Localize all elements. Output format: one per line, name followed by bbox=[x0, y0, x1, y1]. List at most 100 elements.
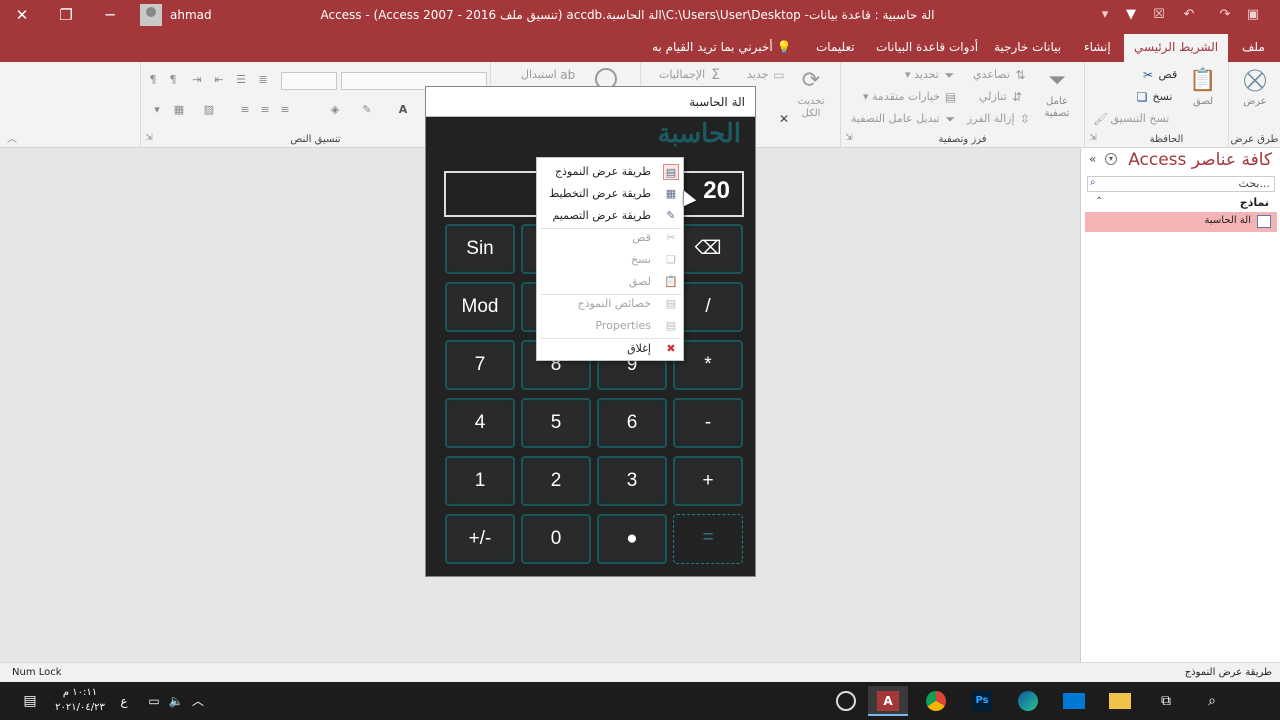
filter-button[interactable]: ⏷ عامل تصفية bbox=[1035, 66, 1079, 120]
format-painter-button[interactable]: 🖌 نسخ التنسيق bbox=[1093, 110, 1169, 128]
key-6[interactable]: 6 bbox=[597, 398, 667, 448]
show-hidden-icons-icon[interactable]: ︿ bbox=[184, 686, 212, 716]
selection-button[interactable]: ▾ تحديد ⏷ bbox=[905, 66, 956, 84]
obs-icon[interactable] bbox=[826, 686, 866, 716]
decrease-indent-icon[interactable]: ⇤ bbox=[211, 72, 227, 88]
key-add[interactable]: + bbox=[673, 456, 743, 506]
undo-icon[interactable]: ↶ bbox=[1180, 6, 1198, 24]
language-indicator[interactable]: ع bbox=[108, 686, 140, 716]
chrome-icon[interactable] bbox=[916, 686, 956, 716]
key-5[interactable]: 5 bbox=[521, 398, 591, 448]
nav-section-header[interactable]: نماذج ⌃ bbox=[1087, 196, 1275, 212]
align-left-icon[interactable]: ≡ bbox=[277, 102, 293, 118]
highlight-icon[interactable]: ✎ bbox=[359, 102, 375, 118]
nav-pane-title[interactable]: كافة عناصر Access bbox=[1128, 150, 1272, 170]
alternate-row-color-icon[interactable]: ▨ bbox=[201, 102, 217, 118]
key-4[interactable]: 4 bbox=[445, 398, 515, 448]
key-negate[interactable]: +/- bbox=[445, 514, 515, 564]
task-view-icon[interactable]: ⧉ bbox=[1146, 686, 1186, 716]
user-avatar[interactable] bbox=[140, 4, 162, 26]
menu-layout-view[interactable]: ▦ طريقة عرض التخطيط bbox=[537, 183, 683, 205]
ltr-icon[interactable]: ¶ bbox=[165, 72, 181, 88]
filter-qat-icon[interactable]: ▼ bbox=[1122, 6, 1140, 24]
toggle-filter-button[interactable]: تبديل عامل التصفية ⏷ bbox=[851, 110, 957, 128]
key-2[interactable]: 2 bbox=[521, 456, 591, 506]
key-0[interactable]: 0 bbox=[521, 514, 591, 564]
key-7[interactable]: 7 bbox=[445, 340, 515, 390]
cut-button[interactable]: ✂ قص bbox=[1141, 66, 1177, 84]
tab-file[interactable]: ملف bbox=[1232, 34, 1275, 62]
paste-button[interactable]: 📋 لصق bbox=[1185, 66, 1221, 107]
menu-properties[interactable]: ▤ Properties bbox=[537, 315, 683, 337]
key-equals[interactable]: = bbox=[673, 514, 743, 564]
mail-icon[interactable] bbox=[1054, 686, 1094, 716]
tab-home[interactable]: الشريط الرئيسي bbox=[1124, 34, 1229, 62]
minimize-window-button[interactable]: ─ bbox=[88, 0, 132, 32]
font-color-icon[interactable]: A bbox=[395, 102, 411, 118]
tab-database-tools[interactable]: أدوات قاعدة البيانات bbox=[866, 34, 988, 62]
restore-window-button[interactable]: ❐ bbox=[44, 0, 88, 32]
clipboard-launcher-icon[interactable]: ⇲ bbox=[1085, 130, 1101, 146]
customize-qat-icon[interactable]: ▾ bbox=[1096, 6, 1114, 24]
gridlines-icon[interactable]: ▦ bbox=[171, 102, 187, 118]
delete-qat-icon[interactable]: ☒ bbox=[1150, 6, 1168, 24]
menu-cut[interactable]: ✂ قص bbox=[537, 227, 683, 249]
menu-form-properties[interactable]: ▤ خصائص النموذج bbox=[537, 293, 683, 315]
numbering-icon[interactable]: ≣ bbox=[255, 72, 271, 88]
tell-me-box[interactable]: 💡 أخبرني بما تريد القيام به bbox=[642, 34, 801, 62]
key-subtract[interactable]: - bbox=[673, 398, 743, 448]
copy-button[interactable]: ❏ نسخ bbox=[1135, 88, 1173, 106]
clock[interactable]: ١٠:١١ م ٢٠٢١/٠٤/٢٣ bbox=[50, 685, 110, 715]
key-decimal[interactable]: ● bbox=[597, 514, 667, 564]
tab-help[interactable]: تعليمات bbox=[806, 34, 865, 62]
delete-record-button[interactable]: ✕ bbox=[777, 110, 791, 128]
menu-form-view[interactable]: ▤ طريقة عرض النموذج bbox=[537, 161, 683, 183]
close-window-button[interactable]: ✕ bbox=[0, 0, 44, 32]
advanced-button[interactable]: ▾ خيارات متقدمة ▤ bbox=[863, 88, 958, 106]
tab-external-data[interactable]: بيانات خارجية bbox=[984, 34, 1071, 62]
cut-label: قص bbox=[1158, 68, 1178, 81]
text-format-launcher-icon[interactable]: ⇲ bbox=[141, 130, 157, 146]
collapse-pane-icon[interactable]: « bbox=[1089, 152, 1096, 166]
ascending-button[interactable]: تصاعدي ⇅ bbox=[973, 66, 1027, 84]
increase-indent-icon[interactable]: ⇥ bbox=[189, 72, 205, 88]
refresh-all-button[interactable]: ⟳ تحديث الكل bbox=[789, 66, 833, 120]
collapse-ribbon-icon[interactable]: ︿ bbox=[4, 132, 20, 148]
remove-sort-button[interactable]: إزالة الفرز ⇳ bbox=[967, 110, 1032, 128]
descending-button[interactable]: تنازلي ⇵ bbox=[979, 88, 1024, 106]
align-right-icon[interactable]: ≡ bbox=[237, 102, 253, 118]
notifications-icon[interactable]: ▤ bbox=[10, 686, 50, 716]
key-mod[interactable]: Mod bbox=[445, 282, 515, 332]
menu-close[interactable]: ✖ إغلاق bbox=[537, 338, 683, 360]
menu-copy[interactable]: ❏ نسخ bbox=[537, 249, 683, 271]
fill-color-icon[interactable]: ◈ bbox=[327, 102, 343, 118]
rtl-icon[interactable]: ¶ bbox=[145, 72, 161, 88]
key-3[interactable]: 3 bbox=[597, 456, 667, 506]
photoshop-icon[interactable]: Ps bbox=[962, 686, 1002, 716]
font-size-box[interactable] bbox=[281, 72, 337, 90]
tab-create[interactable]: إنشاء bbox=[1074, 34, 1121, 62]
save-icon[interactable]: ▣ bbox=[1244, 6, 1262, 24]
user-name[interactable]: ahmad bbox=[170, 0, 212, 32]
access-icon[interactable]: A bbox=[868, 686, 908, 716]
view-button[interactable]: ⛒ عرض bbox=[1237, 66, 1273, 107]
replace-button[interactable]: استبدال ab bbox=[521, 66, 575, 84]
totals-button[interactable]: الإجماليات Σ bbox=[659, 66, 723, 84]
form-window-title[interactable]: الة الحاسبة bbox=[426, 87, 755, 117]
file-explorer-icon[interactable] bbox=[1100, 686, 1140, 716]
key-1[interactable]: 1 bbox=[445, 456, 515, 506]
menu-paste[interactable]: 📋 لصق bbox=[537, 271, 683, 293]
nav-menu-chevron-icon[interactable]: ▾ bbox=[1105, 153, 1117, 165]
dropdown-arrow-icon[interactable]: ▾ bbox=[149, 102, 165, 118]
edge-icon[interactable] bbox=[1008, 686, 1048, 716]
align-center-icon[interactable]: ≡ bbox=[257, 102, 273, 118]
nav-search-input[interactable]: ⌕ بحث... bbox=[1087, 176, 1275, 192]
sort-filter-launcher-icon[interactable]: ⇲ bbox=[841, 130, 857, 146]
redo-icon[interactable]: ↷ bbox=[1216, 6, 1234, 24]
menu-design-view[interactable]: ✎ طريقة عرض التصميم bbox=[537, 205, 683, 227]
bullets-icon[interactable]: ☰ bbox=[233, 72, 249, 88]
new-record-button[interactable]: جديد ▭ bbox=[747, 66, 786, 84]
key-sin[interactable]: Sin bbox=[445, 224, 515, 274]
search-icon[interactable]: ⌕ bbox=[1192, 686, 1232, 716]
nav-item-calculator-form[interactable]: الة الحاسبة bbox=[1085, 212, 1277, 232]
